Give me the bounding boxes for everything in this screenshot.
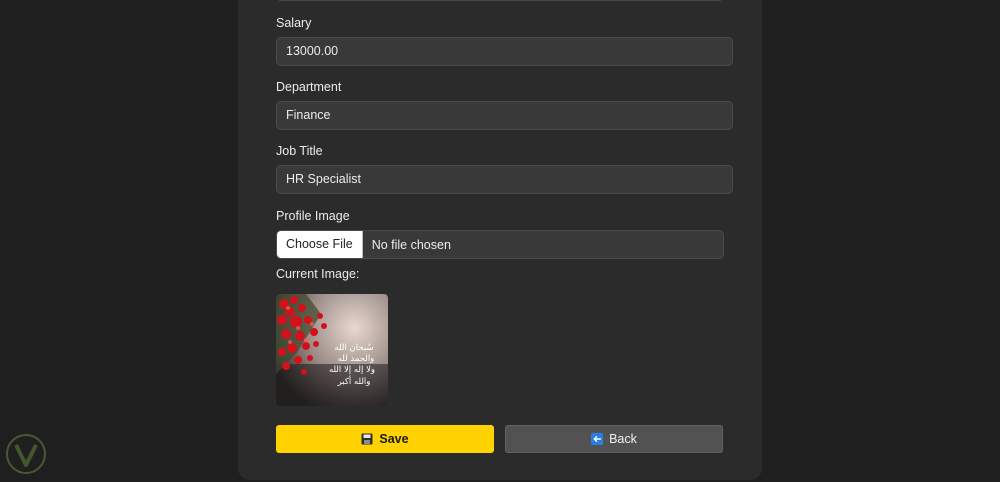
department-label: Department — [276, 80, 342, 94]
back-button[interactable]: Back — [505, 425, 723, 453]
save-button[interactable]: Save — [276, 425, 494, 453]
choose-file-button[interactable]: Choose File — [277, 231, 363, 258]
image-text-line-4: والله أكبر — [337, 375, 371, 387]
image-text-line-3: ولا إله إلا الله — [329, 365, 375, 375]
image-text-line-2: والحمد لله — [338, 354, 375, 364]
image-text-line-1: سُبحان الله — [334, 343, 373, 353]
job-title-label: Job Title — [276, 144, 323, 158]
current-profile-image: سُبحان الله والحمد لله ولا إله إلا الله … — [276, 294, 388, 406]
job-title-input[interactable]: HR Specialist — [276, 165, 733, 194]
previous-field-input[interactable] — [276, 0, 724, 1]
file-status-text: No file chosen — [371, 237, 451, 252]
department-select[interactable]: Finance — [276, 101, 733, 130]
salary-input[interactable]: 13000.00 — [276, 37, 733, 66]
profile-image-file-input[interactable]: Choose File No file chosen — [276, 230, 724, 259]
page: Salary 13000.00 Department Finance Job T… — [0, 0, 1000, 482]
floppy-disk-icon — [361, 433, 373, 445]
save-button-label: Save — [379, 432, 409, 446]
current-image-label: Current Image: — [276, 267, 360, 281]
profile-image-label: Profile Image — [276, 209, 350, 223]
watermark-logo — [4, 432, 48, 476]
arrow-left-icon — [591, 433, 604, 445]
back-button-label: Back — [609, 432, 637, 446]
salary-label: Salary — [276, 16, 312, 30]
